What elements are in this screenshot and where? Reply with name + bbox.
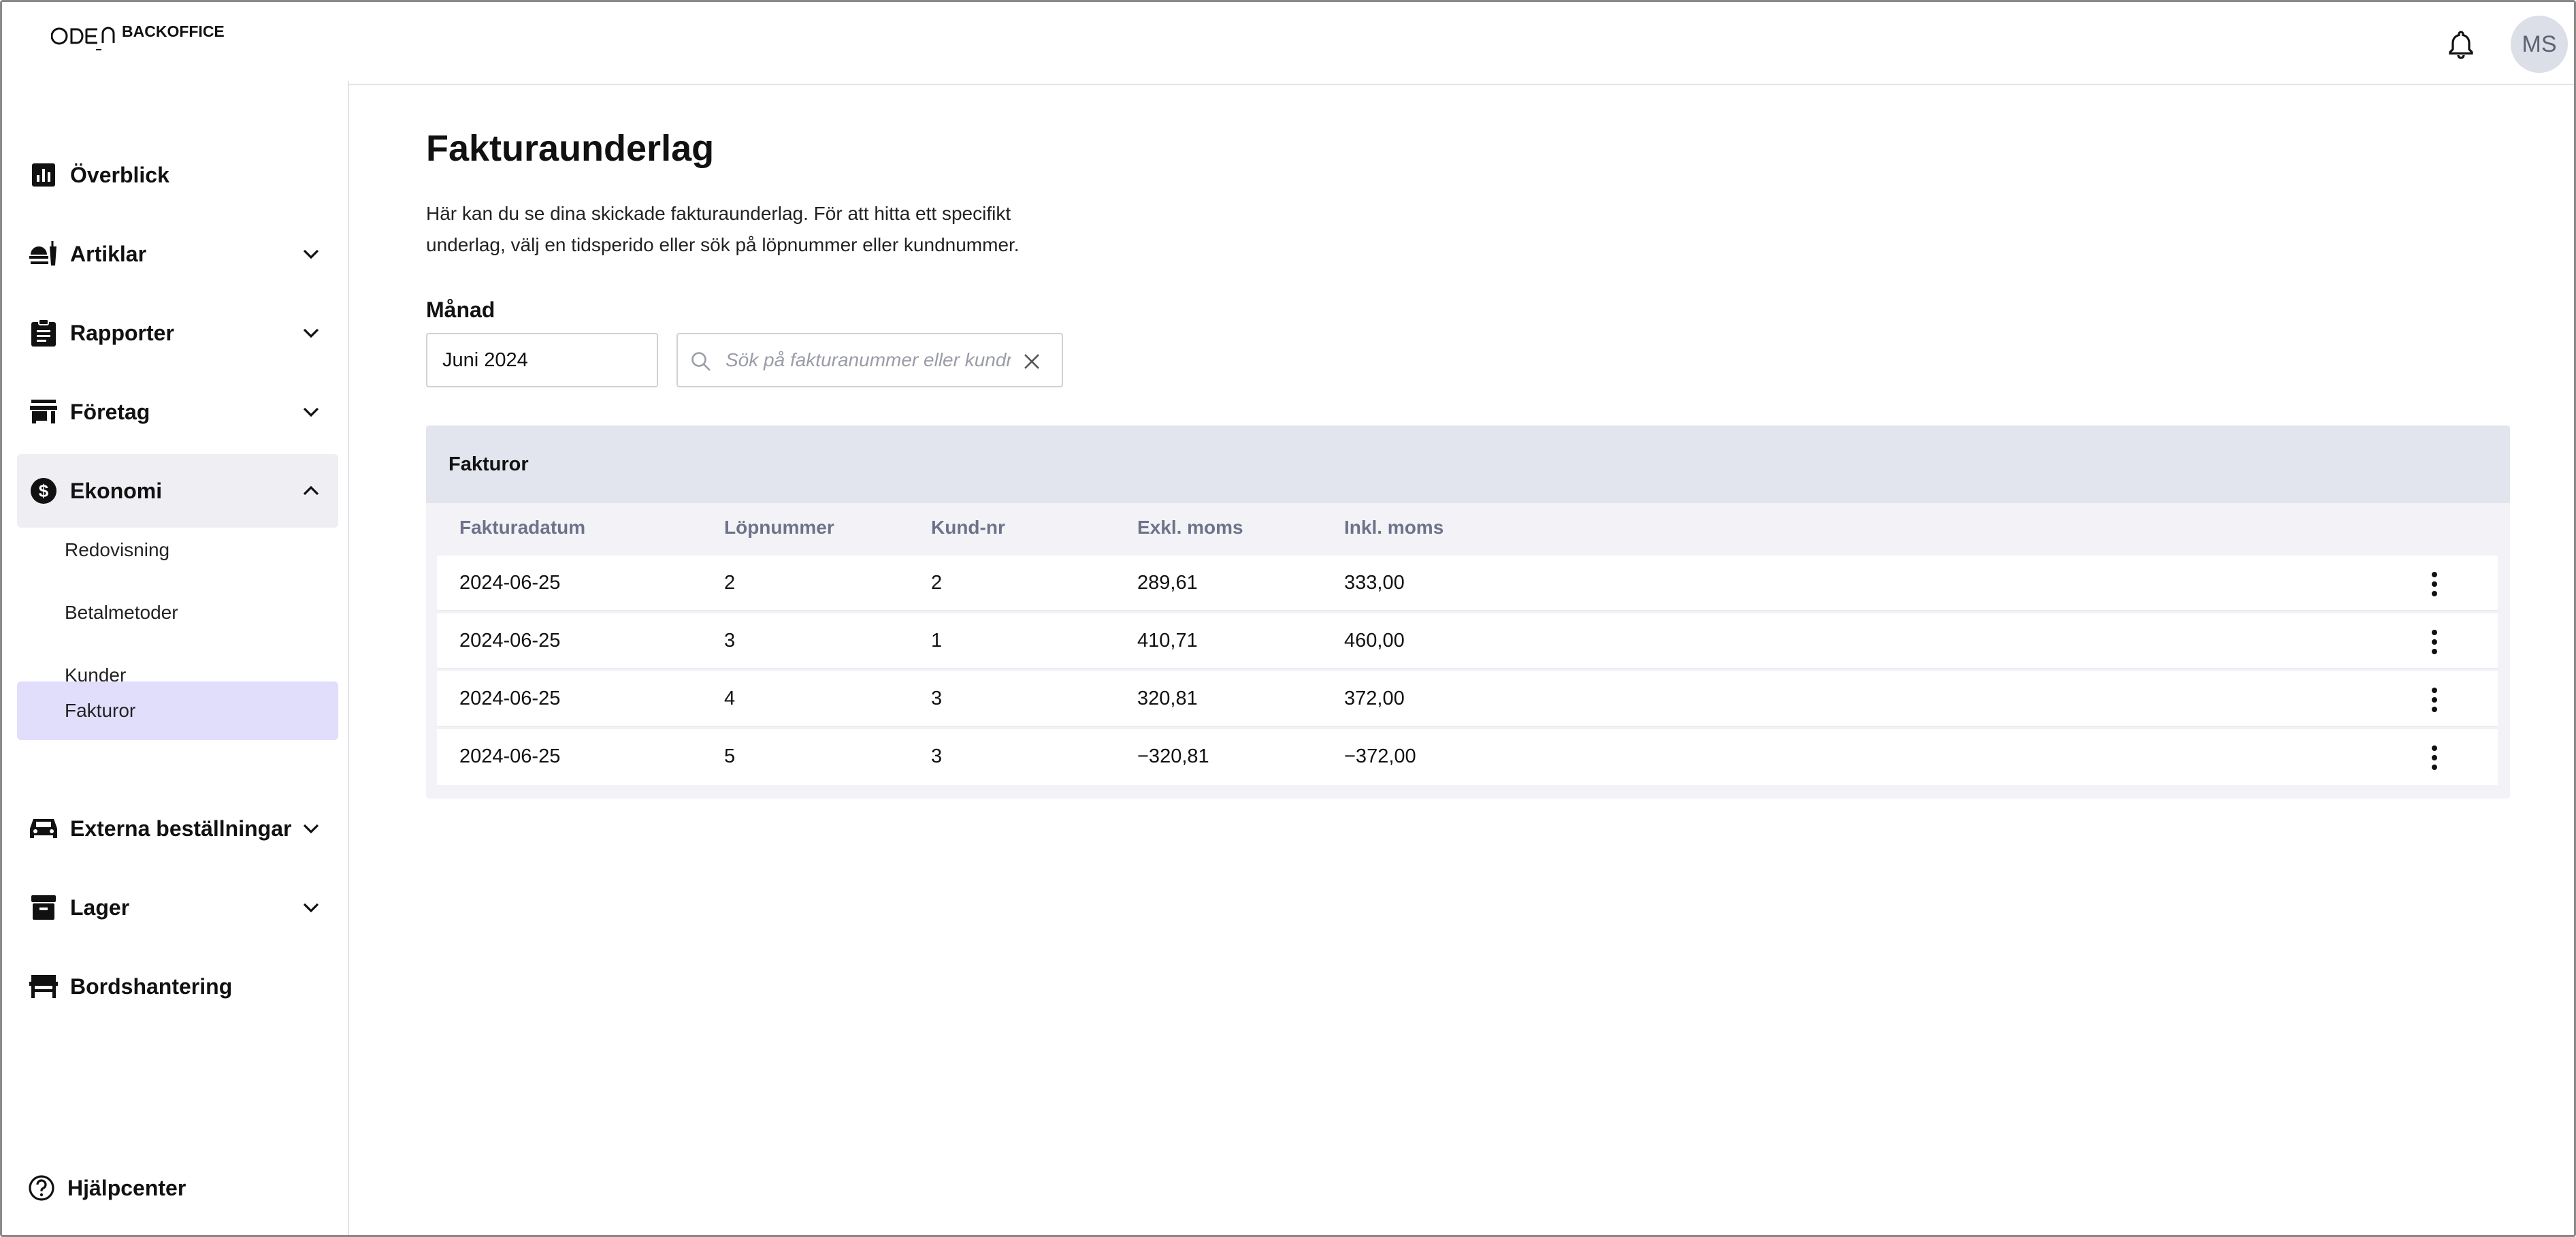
sidebar-item-label: Företag bbox=[70, 399, 150, 424]
table-icon bbox=[29, 972, 58, 1001]
sidebar-item-lager[interactable]: Lager bbox=[17, 871, 338, 944]
cell-exkl-moms: 410,71 bbox=[1137, 630, 1198, 652]
cell-inkl-moms: 372,00 bbox=[1344, 688, 1405, 709]
logo[interactable]: BACKOFFICE bbox=[51, 20, 225, 54]
cell-kundnr: 3 bbox=[931, 688, 943, 709]
cell-fakturadatum: 2024-06-25 bbox=[459, 572, 561, 594]
cell-kundnr: 1 bbox=[931, 630, 943, 652]
logo-mark-icon bbox=[51, 27, 115, 50]
cell-kundnr: 2 bbox=[931, 572, 943, 594]
archive-icon bbox=[29, 893, 58, 922]
more-options-icon[interactable] bbox=[2429, 571, 2440, 598]
svg-text:$: $ bbox=[39, 481, 49, 501]
car-icon bbox=[29, 814, 58, 843]
sidebar-subitem-fakturor[interactable]: Fakturor bbox=[17, 681, 338, 740]
cell-lopnummer: 4 bbox=[724, 688, 736, 709]
chevron-down-icon bbox=[303, 249, 319, 259]
sidebar-item-externa-bestallningar[interactable]: Externa beställningar bbox=[17, 792, 338, 865]
sidebar-item-label: Artiklar bbox=[70, 241, 147, 266]
sidebar-item-rapporter[interactable]: Rapporter bbox=[17, 296, 338, 370]
more-options-icon[interactable] bbox=[2429, 628, 2440, 656]
clipboard-icon bbox=[29, 319, 58, 347]
sidebar: Överblick Artiklar Rapporter Företag $ E… bbox=[2, 81, 349, 1235]
cell-exkl-moms: −320,81 bbox=[1137, 745, 1209, 767]
chevron-down-icon bbox=[303, 824, 319, 834]
month-select-input[interactable] bbox=[426, 333, 658, 387]
sidebar-item-label: Ekonomi bbox=[70, 478, 163, 503]
store-icon bbox=[29, 398, 58, 426]
cell-lopnummer: 2 bbox=[724, 572, 736, 594]
help-center-link[interactable]: Hjälpcenter bbox=[28, 1174, 186, 1202]
notification-bell-icon[interactable] bbox=[2444, 27, 2478, 61]
search-icon bbox=[691, 352, 711, 371]
search-input[interactable] bbox=[725, 341, 1011, 379]
page-title: Fakturaunderlag bbox=[426, 128, 715, 169]
close-icon[interactable] bbox=[1022, 352, 1041, 371]
more-options-icon[interactable] bbox=[2429, 744, 2440, 771]
column-header-lopnummer: Löpnummer bbox=[724, 517, 834, 538]
cell-kundnr: 3 bbox=[931, 745, 943, 767]
invoices-card-title: Fakturor bbox=[426, 425, 2510, 503]
bar-chart-icon bbox=[29, 161, 58, 189]
table-row[interactable]: 2024-06-25 2 2 289,61 333,00 bbox=[437, 556, 2498, 611]
app-window: BACKOFFICE MS Överblick Artiklar Rapport… bbox=[0, 0, 2576, 1237]
food-icon bbox=[29, 240, 58, 268]
table-row[interactable]: 2024-06-25 4 3 320,81 372,00 bbox=[437, 671, 2498, 727]
chevron-down-icon bbox=[303, 407, 319, 417]
column-header-inkl-moms: Inkl. moms bbox=[1344, 517, 1444, 538]
sidebar-subitem-betalmetoder[interactable]: Betalmetoder bbox=[17, 583, 338, 642]
sidebar-item-label: Externa beställningar bbox=[70, 816, 292, 841]
sidebar-item-ekonomi[interactable]: $ Ekonomi bbox=[17, 454, 338, 528]
top-header: BACKOFFICE MS bbox=[2, 2, 2574, 85]
sidebar-item-label: Lager bbox=[70, 895, 130, 920]
help-circle-icon bbox=[29, 1175, 54, 1201]
sidebar-item-foretag[interactable]: Företag bbox=[17, 375, 338, 449]
sidebar-item-label: Överblick bbox=[70, 162, 169, 187]
cell-fakturadatum: 2024-06-25 bbox=[459, 745, 561, 767]
cell-lopnummer: 3 bbox=[724, 630, 736, 652]
sidebar-item-label: Rapporter bbox=[70, 320, 174, 345]
sidebar-item-bordshantering[interactable]: Bordshantering bbox=[17, 950, 338, 1023]
chevron-down-icon bbox=[303, 903, 319, 913]
chevron-up-icon bbox=[303, 485, 319, 496]
sidebar-item-label: Bordshantering bbox=[70, 974, 233, 999]
user-avatar[interactable]: MS bbox=[2511, 16, 2568, 73]
column-header-exkl-moms: Exkl. moms bbox=[1137, 517, 1243, 538]
month-label: Månad bbox=[426, 298, 495, 322]
help-center-label: Hjälpcenter bbox=[67, 1175, 186, 1200]
cell-fakturadatum: 2024-06-25 bbox=[459, 688, 561, 709]
cell-inkl-moms: 460,00 bbox=[1344, 630, 1405, 652]
cell-exkl-moms: 289,61 bbox=[1137, 572, 1198, 594]
cell-inkl-moms: −372,00 bbox=[1344, 745, 1416, 767]
logo-text: BACKOFFICE bbox=[122, 22, 225, 40]
column-header-kundnr: Kund-nr bbox=[931, 517, 1005, 538]
table-row[interactable]: 2024-06-25 3 1 410,71 460,00 bbox=[437, 613, 2498, 669]
cell-lopnummer: 5 bbox=[724, 745, 736, 767]
cell-inkl-moms: 333,00 bbox=[1344, 572, 1405, 594]
sidebar-item-overblick[interactable]: Överblick bbox=[17, 138, 338, 212]
cell-exkl-moms: 320,81 bbox=[1137, 688, 1198, 709]
page-description: Här kan du se dina skickade fakturaunder… bbox=[426, 203, 1020, 255]
more-options-icon[interactable] bbox=[2429, 686, 2440, 713]
sidebar-subitem-redovisning[interactable]: Redovisning bbox=[17, 521, 338, 579]
cell-fakturadatum: 2024-06-25 bbox=[459, 630, 561, 652]
sidebar-item-artiklar[interactable]: Artiklar bbox=[17, 217, 338, 291]
table-row[interactable]: 2024-06-25 5 3 −320,81 −372,00 bbox=[437, 729, 2498, 785]
dollar-circle-icon: $ bbox=[29, 477, 58, 505]
chevron-down-icon bbox=[303, 328, 319, 338]
search-box[interactable] bbox=[676, 333, 1063, 387]
column-header-fakturadatum: Fakturadatum bbox=[459, 517, 586, 538]
